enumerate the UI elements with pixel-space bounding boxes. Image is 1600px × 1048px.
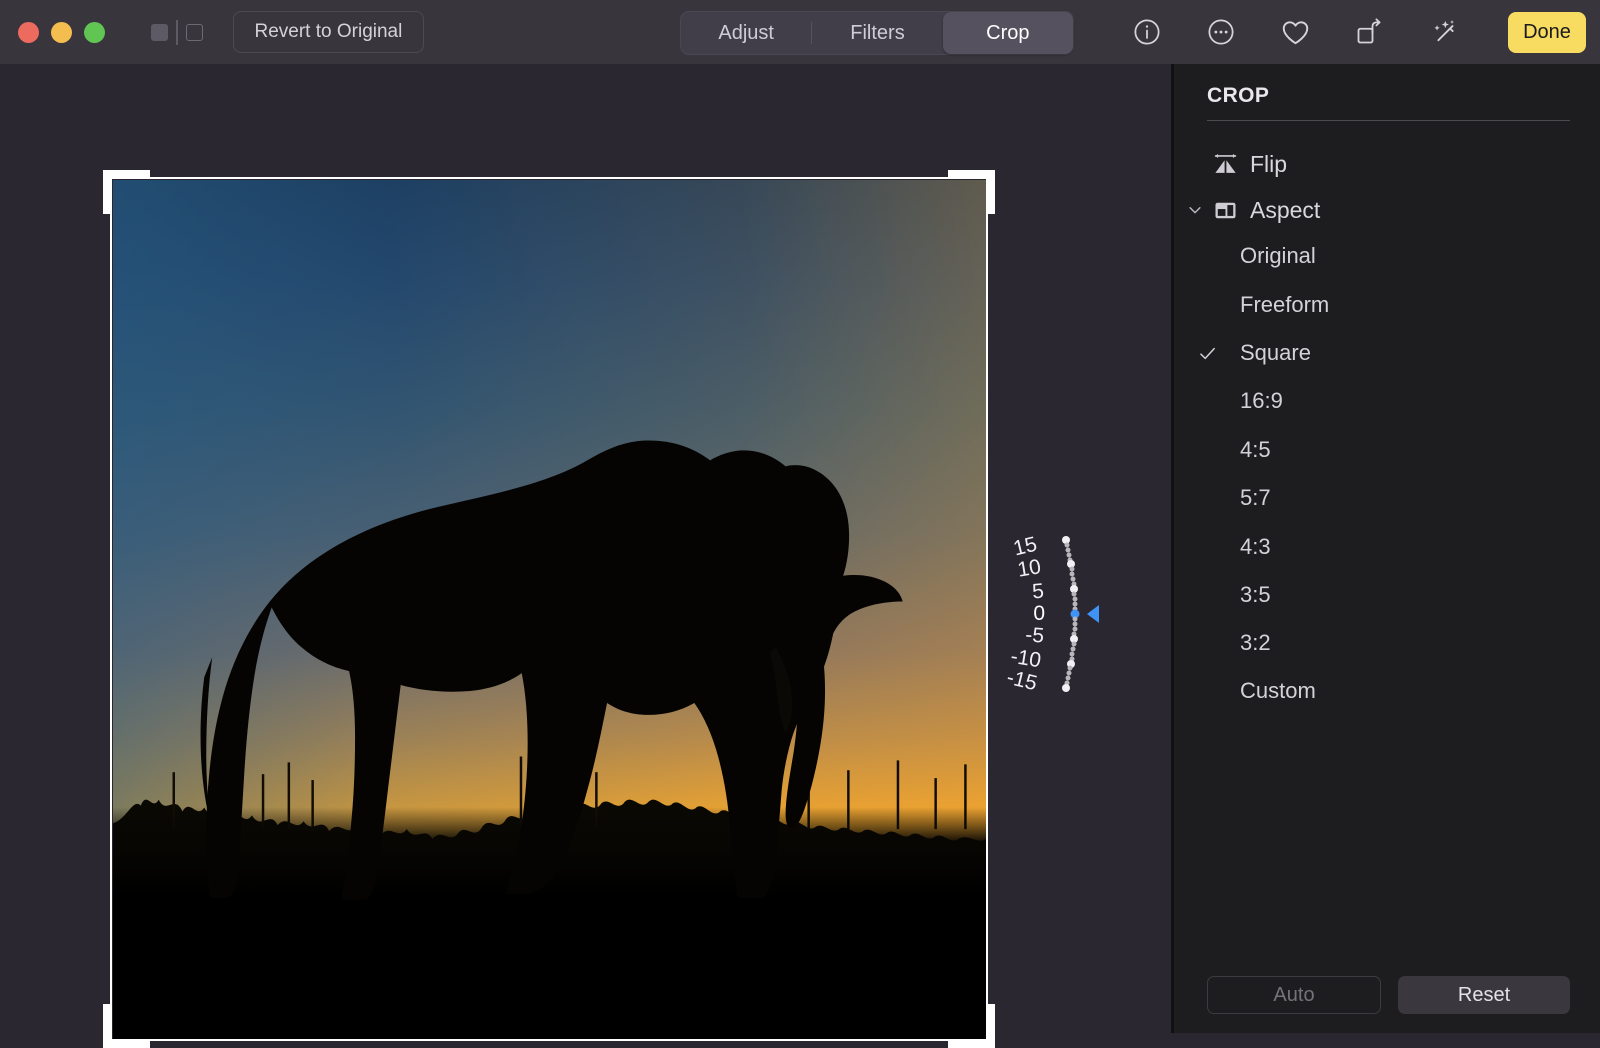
aspect-option-3-2[interactable]: 3:2 xyxy=(1174,619,1600,667)
aspect-option-square[interactable]: Square xyxy=(1174,329,1600,377)
crop-border xyxy=(110,177,988,1041)
split-view-icon[interactable] xyxy=(151,20,203,45)
aspect-option-label: 4:5 xyxy=(1240,437,1271,463)
crop-handle-bottom-left[interactable] xyxy=(103,1004,111,1048)
crop-handle-bottom-right[interactable] xyxy=(948,1040,992,1048)
checkmark-icon xyxy=(1174,343,1240,364)
aspect-option-label: Freeform xyxy=(1240,292,1329,318)
window-controls xyxy=(18,22,105,43)
auto-label: Auto xyxy=(1273,984,1314,1007)
crop-handle-top-left[interactable] xyxy=(106,170,150,178)
auto-button[interactable]: Auto xyxy=(1207,976,1381,1014)
toolbar: Revert to Original Adjust Filters Crop xyxy=(0,0,1600,64)
maximize-button[interactable] xyxy=(84,22,105,43)
tab-adjust[interactable]: Adjust xyxy=(681,12,811,54)
aspect-option-16-9[interactable]: 16:9 xyxy=(1174,377,1600,425)
toolbar-actions xyxy=(1110,0,1480,64)
sidebar-item-flip-label: Flip xyxy=(1250,151,1287,178)
aspect-option-freeform[interactable]: Freeform xyxy=(1174,281,1600,329)
reset-label: Reset xyxy=(1458,984,1510,1007)
tab-adjust-label: Adjust xyxy=(718,22,774,45)
split-view-divider xyxy=(176,20,178,45)
aspect-option-original[interactable]: Original xyxy=(1174,232,1600,280)
crop-handle-top-left[interactable] xyxy=(103,170,111,214)
minimize-button[interactable] xyxy=(51,22,72,43)
title-divider xyxy=(1207,120,1570,121)
done-button[interactable]: Done xyxy=(1508,12,1586,53)
crop-frame[interactable] xyxy=(110,177,988,1041)
aspect-option-label: Square xyxy=(1240,340,1311,366)
tab-filters-label: Filters xyxy=(850,22,904,45)
crop-handle-bottom-right[interactable] xyxy=(987,1004,995,1048)
aspect-option-4-3[interactable]: 4:3 xyxy=(1174,523,1600,571)
revert-to-original-button[interactable]: Revert to Original xyxy=(233,11,425,53)
tab-crop-label: Crop xyxy=(986,22,1029,45)
flip-icon xyxy=(1208,151,1242,178)
more-options-icon[interactable] xyxy=(1184,0,1258,64)
split-view-right-pane-icon xyxy=(186,24,203,41)
aspect-option-4-5[interactable]: 4:5 xyxy=(1174,426,1600,474)
aspect-icon xyxy=(1208,198,1242,223)
split-view-left-pane-icon xyxy=(151,24,168,41)
rotate-icon[interactable] xyxy=(1332,0,1406,64)
crop-handle-top-right[interactable] xyxy=(948,170,992,178)
aspect-option-label: 4:3 xyxy=(1240,534,1271,560)
page-title: CROP xyxy=(1207,84,1269,108)
reset-button[interactable]: Reset xyxy=(1398,976,1570,1014)
rotation-dial-tick-label: -5 xyxy=(1024,624,1045,649)
done-label: Done xyxy=(1523,21,1571,44)
aspect-option-label: 5:7 xyxy=(1240,485,1271,511)
aspect-option-label: Custom xyxy=(1240,678,1316,704)
magic-wand-icon[interactable] xyxy=(1406,0,1480,64)
rotation-dial[interactable]: 151050-5-10-15 xyxy=(975,419,1095,809)
editor-mode-tabs: Adjust Filters Crop xyxy=(680,11,1074,55)
sidebar-item-flip[interactable]: Flip xyxy=(1174,141,1600,187)
aspect-option-label: 16:9 xyxy=(1240,388,1283,414)
sidebar-action-buttons: Auto Reset xyxy=(1207,976,1570,1014)
aspect-option-label: 3:5 xyxy=(1240,582,1271,608)
chevron-down-icon[interactable] xyxy=(1182,201,1208,219)
aspect-option-label: 3:2 xyxy=(1240,630,1271,656)
aspect-option-5-7[interactable]: 5:7 xyxy=(1174,474,1600,522)
heart-icon[interactable] xyxy=(1258,0,1332,64)
crop-sidebar: CROP Flip Aspect xyxy=(1174,64,1600,1033)
rotation-dial-tick-label: 0 xyxy=(1033,602,1045,626)
info-icon[interactable] xyxy=(1110,0,1184,64)
aspect-option-custom[interactable]: Custom xyxy=(1174,667,1600,715)
rotation-dial-tick-label: 5 xyxy=(1031,579,1045,604)
close-button[interactable] xyxy=(18,22,39,43)
crop-handle-top-right[interactable] xyxy=(987,170,995,214)
revert-to-original-label: Revert to Original xyxy=(255,21,403,43)
aspect-option-3-5[interactable]: 3:5 xyxy=(1174,571,1600,619)
crop-handle-bottom-left[interactable] xyxy=(106,1040,150,1048)
rotation-dial-tick[interactable] xyxy=(1062,684,1070,692)
tab-filters[interactable]: Filters xyxy=(812,12,942,54)
photo-canvas: 151050-5-10-15 xyxy=(0,64,1171,1033)
rotation-dial-pointer xyxy=(1087,605,1099,623)
tab-crop[interactable]: Crop xyxy=(943,12,1073,54)
sidebar-item-aspect-label: Aspect xyxy=(1250,197,1320,224)
aspect-option-label: Original xyxy=(1240,243,1316,269)
sidebar-item-aspect[interactable]: Aspect xyxy=(1174,187,1600,233)
